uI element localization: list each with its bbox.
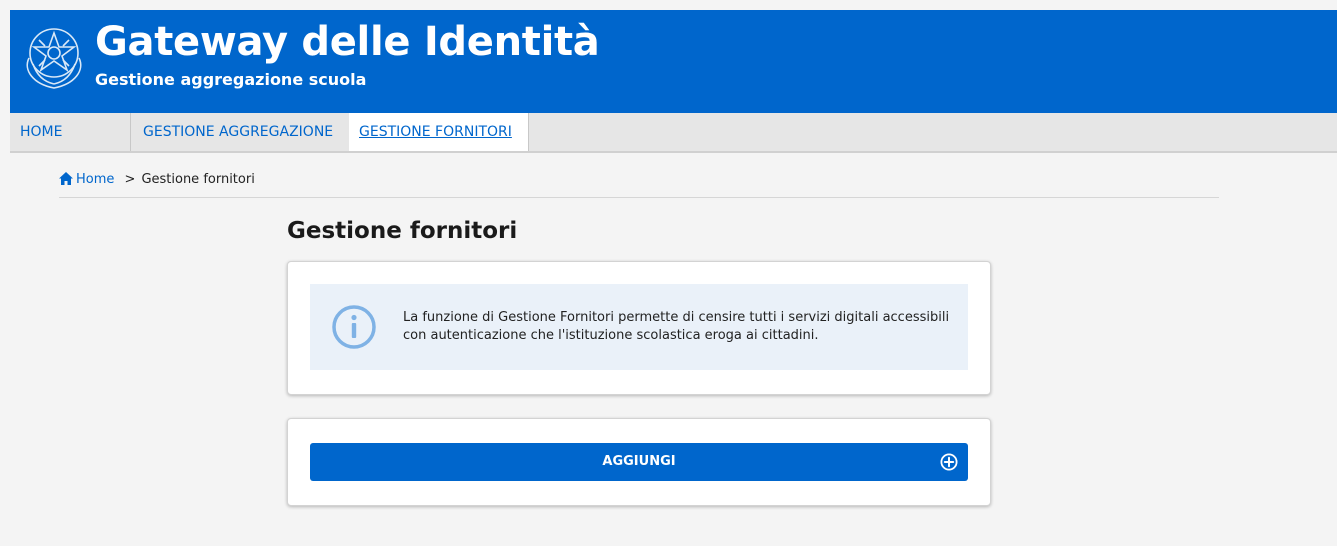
plus-circle-icon — [940, 453, 958, 471]
italian-republic-emblem-icon — [26, 28, 82, 89]
breadcrumb-divider — [59, 197, 1219, 198]
main-nav: HOME GESTIONE AGGREGAZIONE GESTIONE FORN… — [10, 113, 1337, 153]
breadcrumb-home-link[interactable]: Home — [59, 172, 119, 187]
info-card: La funzione di Gestione Fornitori permet… — [287, 261, 991, 395]
page-title: Gestione fornitori — [287, 218, 518, 244]
app-title: Gateway delle Identità — [95, 19, 600, 65]
nav-item-gestione-aggregazione[interactable]: GESTIONE AGGREGAZIONE — [131, 113, 349, 151]
breadcrumb: Home > Gestione fornitori — [59, 171, 255, 189]
breadcrumb-home-label: Home — [76, 172, 115, 187]
info-callout: La funzione di Gestione Fornitori permet… — [310, 284, 968, 370]
home-icon — [59, 172, 73, 185]
page: Gateway delle Identità Gestione aggregaz… — [0, 0, 1337, 546]
action-card: AGGIUNGI — [287, 418, 991, 506]
info-circle-icon — [332, 305, 376, 349]
site-header: Gateway delle Identità Gestione aggregaz… — [10, 10, 1337, 113]
nav-item-gestione-fornitori[interactable]: GESTIONE FORNITORI — [349, 113, 529, 151]
add-button[interactable]: AGGIUNGI — [310, 443, 968, 481]
breadcrumb-separator: > — [124, 172, 136, 187]
add-button-label: AGGIUNGI — [602, 454, 676, 469]
info-text: La funzione di Gestione Fornitori permet… — [403, 310, 950, 343]
app-subtitle: Gestione aggregazione scuola — [95, 70, 367, 89]
breadcrumb-current: Gestione fornitori — [141, 172, 255, 187]
nav-item-home[interactable]: HOME — [10, 113, 131, 151]
